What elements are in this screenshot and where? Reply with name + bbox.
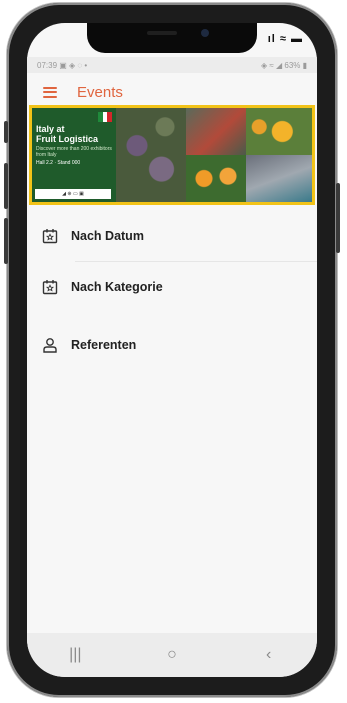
menu-item-by-date[interactable]: Nach Datum [27,211,317,261]
banner-title-line2: Fruit Logistica [36,134,99,144]
back-button[interactable]: ‹ [249,646,289,664]
photo-column [186,108,246,202]
android-status-bar: 07:39 ▣ ◈ ◌ • ◈ ≈ ◢ 63% ▮ [27,57,317,73]
notch [87,23,257,53]
warehouse-photo [246,155,312,202]
power-button [336,183,340,253]
lemon-tree-photo [246,108,312,155]
volume-down-button [4,218,8,264]
ios-status-indicators: ıl ≈ ▬ [267,33,303,45]
android-status-left: 07:39 ▣ ◈ ◌ • [37,60,88,70]
app-title: Events [77,83,123,101]
event-menu-list: Nach Datum Nach Kategorie Referenten [27,211,317,370]
banner-logos: ◢ ⊕ ▭ ▣ [35,189,111,199]
person-icon [41,336,59,354]
calendar-star-icon [41,278,59,296]
android-status-right: ◈ ≈ ◢ 63% ▮ [261,60,307,70]
recent-apps-button[interactable]: ||| [55,646,95,664]
banner-title-line1: Italy at [36,124,65,134]
artichoke-photo [116,108,186,202]
oranges-photo [186,155,246,202]
volume-up-button [4,163,8,209]
hamburger-menu-icon[interactable] [43,86,57,98]
banner-text-panel: Italy at Fruit Logistica Discover more t… [32,108,116,202]
menu-item-label: Nach Datum [71,229,144,243]
front-camera [201,29,209,37]
menu-item-speakers[interactable]: Referenten [27,320,317,370]
phone-frame: ıl ≈ ▬ 07:39 ▣ ◈ ◌ • ◈ ≈ ◢ 63% ▮ Events … [4,3,340,697]
promo-banner[interactable]: Italy at Fruit Logistica Discover more t… [29,105,315,205]
photo-column [246,108,312,202]
banner-subtitle: Discover more than 200 exhibitors from I… [36,146,112,158]
italy-flag-icon [98,112,113,122]
mute-switch [4,121,8,143]
menu-item-label: Referenten [71,338,137,352]
menu-item-by-category[interactable]: Nach Kategorie [27,262,317,312]
speaker-grille [147,31,177,35]
menu-item-label: Nach Kategorie [71,280,163,294]
banner-details: Hall 2.2 · Stand 000 [36,160,81,166]
android-nav-bar: ||| ○ ‹ [27,633,317,677]
calendar-star-icon [41,227,59,245]
tractor-photo [186,108,246,155]
home-button[interactable]: ○ [152,646,192,664]
screen: ıl ≈ ▬ 07:39 ▣ ◈ ◌ • ◈ ≈ ◢ 63% ▮ Events … [27,23,317,677]
